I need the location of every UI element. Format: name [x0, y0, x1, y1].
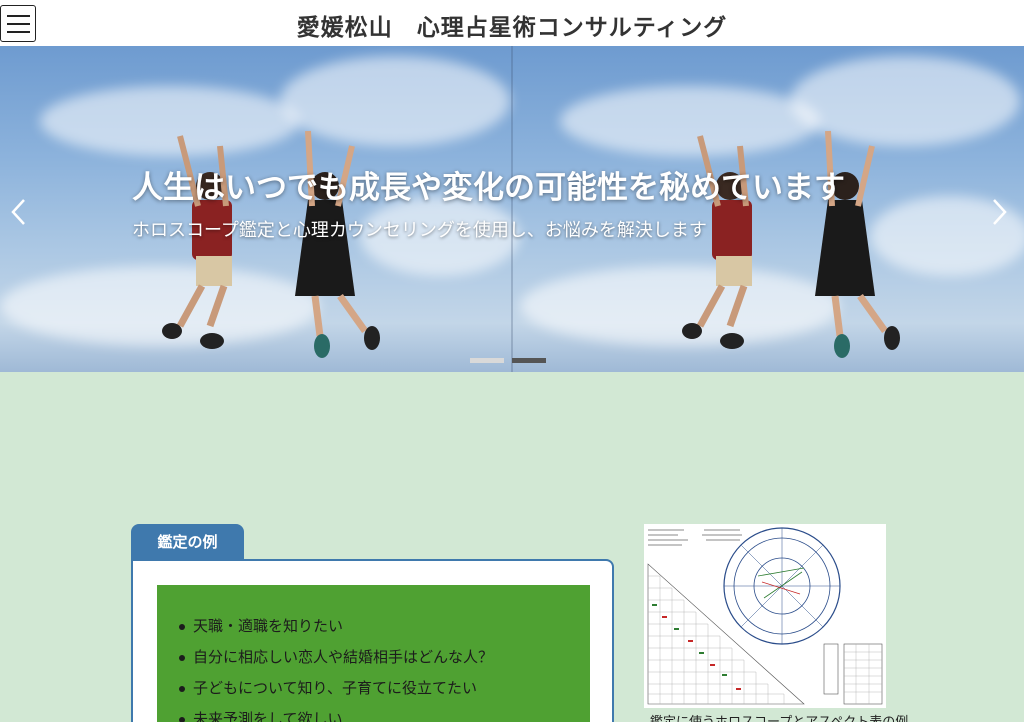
list-item: 天職・適職を知りたい	[179, 611, 493, 642]
carousel-indicator-2[interactable]	[512, 358, 546, 363]
list-item: 子どもについて知り、子育てに役立てたい	[179, 673, 493, 704]
chevron-left-icon[interactable]	[4, 192, 34, 232]
horoscope-chart-image	[644, 524, 886, 708]
slide-divider	[511, 46, 513, 372]
figure-caption: 鑑定に使うホロスコープとアスペクト表の例	[650, 711, 908, 722]
chevron-right-icon[interactable]	[984, 192, 1014, 232]
examples-tab: 鑑定の例	[131, 524, 244, 560]
site-title[interactable]: 愛媛松山 心理占星術コンサルティング	[0, 8, 1024, 42]
site-header: 愛媛松山 心理占星術コンサルティング	[0, 0, 1024, 46]
carousel-indicator-1[interactable]	[470, 358, 504, 363]
hero-headline: 人生はいつでも成長や変化の可能性を秘めています	[132, 170, 845, 206]
examples-list: 天職・適職を知りたい 自分に相応しい恋人や結婚相手はどんな人？ 子どもについて知…	[179, 611, 493, 722]
list-item: 未来予測をして欲しい	[179, 704, 493, 722]
hero-subtext: ホロスコープ鑑定と心理カウンセリングを使用し、お悩みを解決します	[132, 220, 707, 241]
hero-carousel: 人生はいつでも成長や変化の可能性を秘めています ホロスコープ鑑定と心理カウンセリ…	[0, 46, 1024, 372]
examples-card: 天職・適職を知りたい 自分に相応しい恋人や結婚相手はどんな人？ 子どもについて知…	[131, 559, 614, 722]
list-item: 自分に相応しい恋人や結婚相手はどんな人？	[179, 642, 493, 673]
examples-panel: 天職・適職を知りたい 自分に相応しい恋人や結婚相手はどんな人？ 子どもについて知…	[157, 585, 590, 722]
